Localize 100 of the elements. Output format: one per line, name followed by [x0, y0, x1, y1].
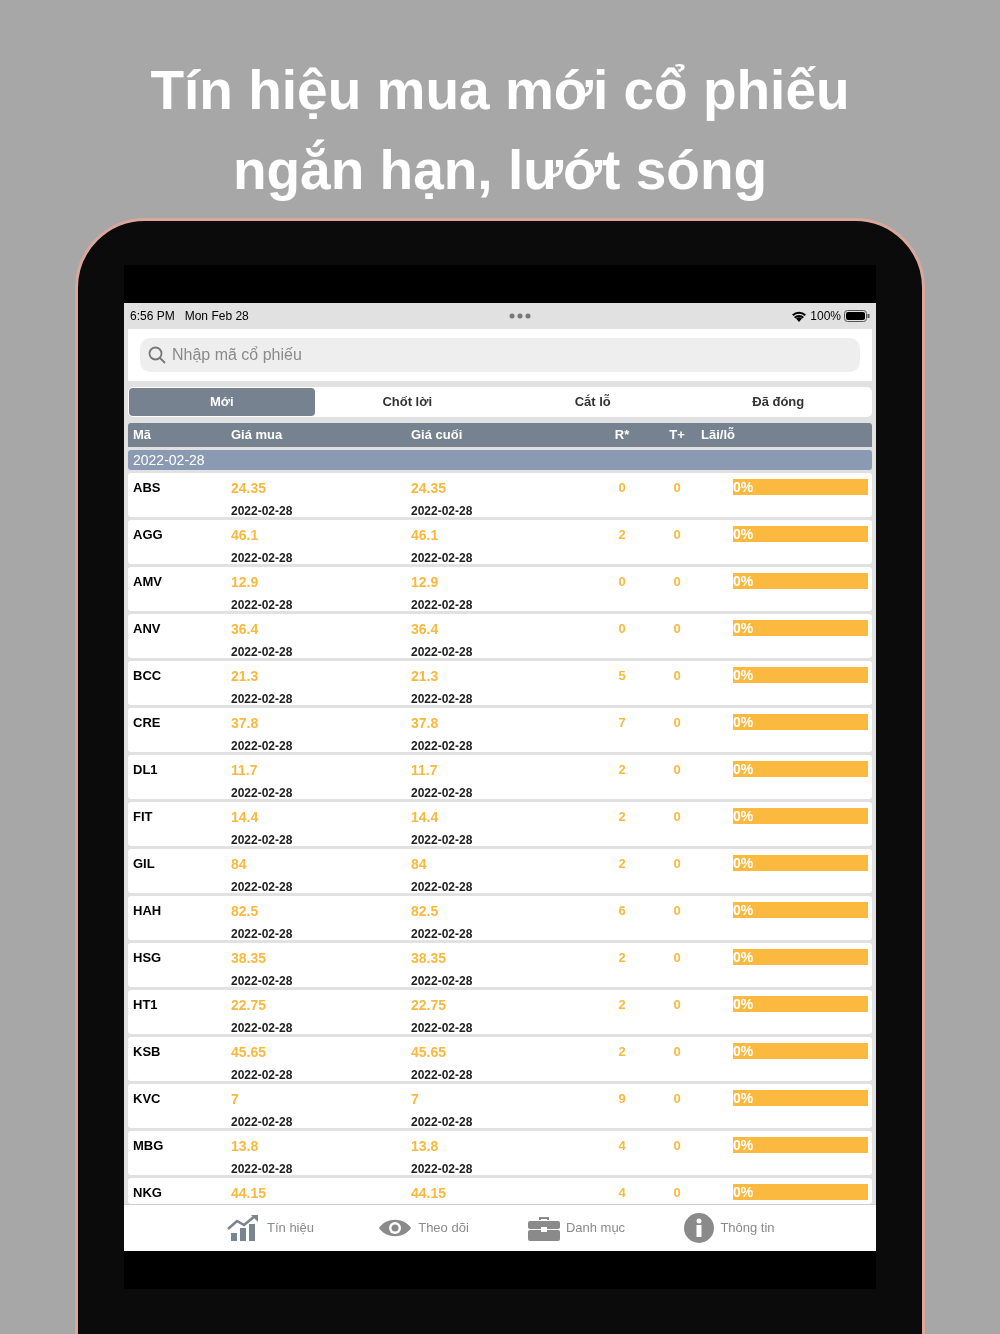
profit-bar: 0% [733, 1184, 868, 1200]
profit-bar: 0% [733, 855, 868, 871]
table-row[interactable]: AGG 46.1 2022-02-28 46.1 2022-02-28 2 0 0% [128, 520, 872, 564]
table-row[interactable]: AMV 12.9 2022-02-28 12.9 2022-02-28 0 0 0% [128, 567, 872, 611]
stock-code: FIT [133, 808, 154, 826]
column-header: Lãi/lỗ [701, 426, 733, 445]
r-value: 2 [618, 949, 626, 967]
nav-tab[interactable]: Theo dõi [347, 1205, 500, 1251]
table-row[interactable]: FIT 14.4 2022-02-28 14.4 2022-02-28 2 0 0% [128, 802, 872, 846]
last-date: 2022-02-28 [411, 879, 474, 896]
buy-date: 2022-02-28 [231, 691, 294, 708]
wifi-icon [791, 310, 808, 322]
r-value: 2 [618, 761, 626, 779]
headline: ngắn hạn, lướt sóng [232, 138, 768, 203]
buy-date: 2022-02-28 [231, 1020, 294, 1037]
buy-price: 11.7 [231, 761, 259, 780]
buy-date: 2022-02-28 [231, 785, 294, 802]
r-value: 9 [618, 1090, 626, 1108]
tab[interactable]: Chốt lời [314, 388, 500, 416]
buy-date: 2022-02-28 [231, 973, 294, 990]
buy-price: 82.5 [231, 902, 260, 921]
buy-price: 7 [231, 1090, 240, 1109]
buy-date: 2022-02-28 [231, 503, 294, 520]
nav-tab[interactable]: Danh mục [500, 1205, 653, 1251]
buy-price: 12.9 [231, 573, 260, 592]
buy-date: 2022-02-28 [231, 597, 294, 614]
last-price: 13.8 [411, 1137, 440, 1156]
table-row[interactable]: MBG 13.8 2022-02-28 13.8 2022-02-28 4 0 0% [128, 1131, 872, 1175]
t-value: 0 [673, 573, 681, 591]
t-value: 0 [673, 620, 681, 638]
r-value: 0 [618, 479, 626, 497]
buy-price: 24.35 [231, 479, 268, 498]
last-date: 2022-02-28 [411, 1114, 474, 1131]
nav-tab[interactable]: Tín hiệu [194, 1205, 347, 1251]
last-price: 12.9 [411, 573, 440, 592]
nav-tab[interactable]: Thông tin [653, 1205, 806, 1251]
last-price: 36.4 [411, 620, 440, 639]
t-value: 0 [673, 667, 681, 685]
stock-code: ABS [133, 479, 162, 497]
last-price: 45.65 [411, 1043, 448, 1062]
buy-price: 22.75 [231, 996, 268, 1015]
table-row[interactable]: HSG 38.35 2022-02-28 38.35 2022-02-28 2 0 0% [128, 943, 872, 987]
tab[interactable]: Cắt lỗ [500, 388, 686, 416]
t-value: 0 [673, 761, 681, 779]
last-date: 2022-02-28 [411, 691, 474, 708]
chart-icon [227, 1215, 261, 1241]
last-date: 2022-02-28 [411, 785, 474, 802]
eye-icon [378, 1217, 413, 1239]
table-row[interactable]: GIL 84 2022-02-28 84 2022-02-28 2 0 0% [128, 849, 872, 893]
last-price: 11.7 [411, 761, 439, 780]
r-value: 2 [618, 808, 626, 826]
r-value: 7 [618, 714, 626, 732]
table-row[interactable]: NKG 44.15 44.15 4 0 0% [128, 1178, 872, 1204]
last-price: 84 [411, 855, 428, 874]
tab[interactable]: Đã đóng [685, 388, 871, 416]
profit-bar: 0% [733, 949, 868, 965]
stock-code: AMV [133, 573, 163, 591]
tab[interactable]: Mới [129, 388, 315, 416]
last-price: 46.1 [411, 526, 440, 545]
table-row[interactable]: BCC 21.3 2022-02-28 21.3 2022-02-28 5 0 0% [128, 661, 872, 705]
table-row[interactable]: DL1 11.7 2022-02-28 11.7 2022-02-28 2 0 0% [128, 755, 872, 799]
last-price: 24.35 [411, 479, 448, 498]
table-row[interactable]: ANV 36.4 2022-02-28 36.4 2022-02-28 0 0 0% [128, 614, 872, 658]
table-row[interactable]: HT1 22.75 2022-02-28 22.75 2022-02-28 2 0 0% [128, 990, 872, 1034]
last-date: 2022-02-28 [411, 738, 474, 755]
stock-code: NKG [133, 1184, 163, 1202]
profit-bar: 0% [733, 714, 868, 730]
t-value: 0 [673, 949, 681, 967]
profit-bar: 0% [733, 479, 868, 495]
table-row[interactable]: ABS 24.35 2022-02-28 24.35 2022-02-28 0 0 0% [128, 473, 872, 517]
buy-price: 36.4 [231, 620, 260, 639]
t-value: 0 [673, 1137, 681, 1155]
buy-date: 2022-02-28 [231, 1067, 294, 1084]
buy-date: 2022-02-28 [231, 644, 294, 661]
r-value: 2 [618, 855, 626, 873]
table-row[interactable]: KVC 7 2022-02-28 7 2022-02-28 9 0 0% [128, 1084, 872, 1128]
buy-price: 37.8 [231, 714, 260, 733]
table-row[interactable]: HAH 82.5 2022-02-28 82.5 2022-02-28 6 0 0% [128, 896, 872, 940]
r-value: 2 [618, 526, 626, 544]
search-field[interactable]: Nhập mã cổ phiếu [140, 338, 860, 372]
t-value: 0 [673, 1090, 681, 1108]
headline: Tín hiệu mua mới cổ phiếu [150, 58, 850, 123]
stock-code: AGG [133, 526, 164, 544]
last-price: 7 [411, 1090, 420, 1109]
profit-bar: 0% [733, 526, 868, 542]
buy-date: 2022-02-28 [231, 1114, 294, 1131]
last-date: 2022-02-28 [411, 926, 474, 943]
stock-code: GIL [133, 855, 156, 873]
r-value: 0 [618, 573, 626, 591]
buy-date: 2022-02-28 [231, 879, 294, 896]
r-value: 4 [618, 1184, 626, 1202]
profit-bar: 0% [733, 902, 868, 918]
table-row[interactable]: KSB 45.65 2022-02-28 45.65 2022-02-28 2 0 0% [128, 1037, 872, 1081]
last-price: 44.15 [411, 1184, 448, 1203]
last-date: 2022-02-28 [411, 1161, 474, 1178]
buy-price: 21.3 [231, 667, 260, 686]
stock-code: DL1 [133, 761, 159, 779]
last-price: 21.3 [411, 667, 440, 686]
table-row[interactable]: CRE 37.8 2022-02-28 37.8 2022-02-28 7 0 0% [128, 708, 872, 752]
profit-bar: 0% [733, 667, 868, 683]
